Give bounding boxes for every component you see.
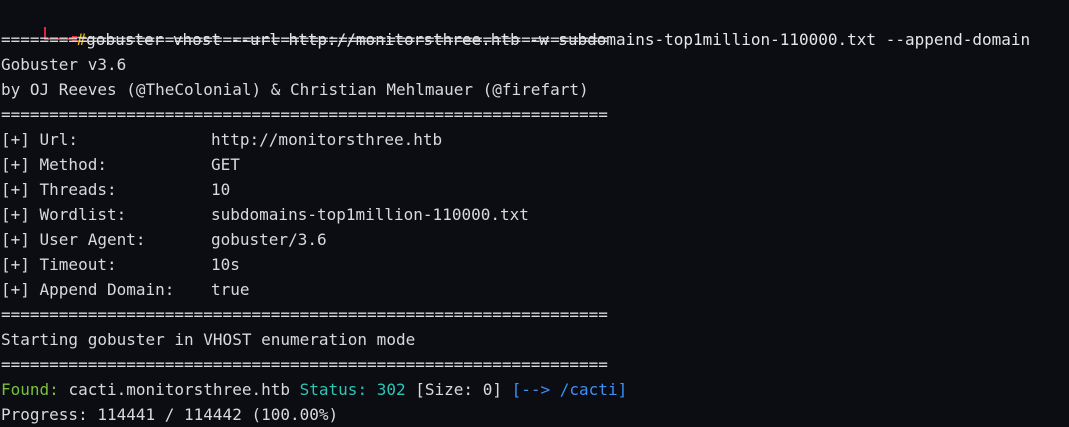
config-row-append-domain: [+] Append Domain: true [1, 277, 250, 302]
config-value: true [211, 280, 250, 299]
config-key: [+] Threads: [1, 180, 117, 199]
config-row-threads: [+] Threads: 10 [1, 177, 230, 202]
config-row-user-agent: [+] User Agent: gobuster/3.6 [1, 227, 327, 252]
separator: ========================================… [1, 105, 608, 124]
found-host: cacti.monitorsthree.htb [68, 380, 290, 399]
size-info: [Size: 0] [415, 380, 502, 399]
config-value: GET [211, 155, 240, 174]
separator: ========================================… [1, 305, 608, 324]
config-value: http://monitorsthree.htb [211, 130, 443, 149]
config-value: gobuster/3.6 [211, 230, 327, 249]
config-key: [+] Method: [1, 155, 107, 174]
status-code: 302 [376, 380, 406, 399]
config-value: 10s [211, 255, 240, 274]
found-label: Found: [1, 380, 59, 399]
config-row-timeout: [+] Timeout: 10s [1, 252, 240, 277]
redirect-target: [--> /cacti] [511, 380, 628, 399]
config-row-url: [+] Url: http://monitorsthree.htb [1, 127, 442, 152]
separator: ========================================… [1, 30, 608, 49]
config-key: [+] Url: [1, 130, 79, 149]
terminal-window[interactable]: #gobuster vhost --url http://monitorsthr… [0, 0, 1069, 424]
config-key: [+] Timeout: [1, 255, 117, 274]
config-key: [+] Append Domain: [1, 280, 175, 299]
start-message: Starting gobuster in VHOST enumeration m… [1, 330, 416, 349]
config-key: [+] User Agent: [1, 230, 146, 249]
found-result: Found: cacti.monitorsthree.htb Status: 3… [1, 377, 627, 402]
separator: ========================================… [1, 355, 608, 374]
config-row-method: [+] Method: GET [1, 152, 240, 177]
status-label: Status: [299, 380, 368, 399]
banner-name: Gobuster v3.6 [1, 55, 127, 74]
banner-authors: by OJ Reeves (@TheColonial) & Christian … [1, 80, 589, 99]
config-value: 10 [211, 180, 231, 199]
config-key: [+] Wordlist: [1, 205, 127, 224]
progress-line: Progress: 114441 / 114442 (100.00%) [1, 405, 339, 424]
command-line: #gobuster vhost --url http://monitorsthr… [0, 2, 1030, 49]
config-value: subdomains-top1million-110000.txt [211, 205, 529, 224]
config-row-wordlist: [+] Wordlist: subdomains-top1million-1100… [1, 202, 529, 227]
